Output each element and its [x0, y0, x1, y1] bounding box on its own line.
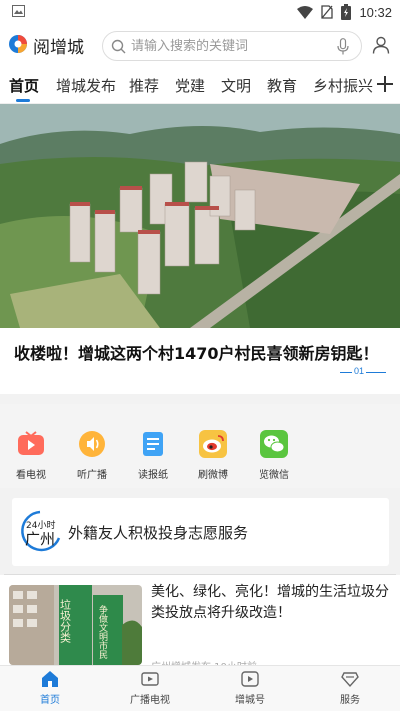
- article-title: 美化、绿化、亮化！增城的生活垃圾分类投放点将升级改造！: [151, 584, 389, 621]
- logo-city-text: 广州: [25, 530, 55, 548]
- tab-home[interactable]: 首页: [9, 75, 39, 96]
- search-box[interactable]: [102, 31, 362, 61]
- banner-caption[interactable]: 收楼啦！增城这两个村1470户村民喜领新房钥匙！ 01: [0, 328, 400, 394]
- nav-zengcheng-channel[interactable]: 增城号: [210, 670, 290, 710]
- special-topic-title: 外籍友人积极投身志愿服务: [68, 524, 249, 542]
- home-icon: [42, 671, 58, 687]
- search-input[interactable]: [131, 36, 331, 56]
- sign-left-text: 垃圾分类: [59, 598, 72, 644]
- microphone-icon[interactable]: [337, 38, 349, 55]
- entry-read-newspaper[interactable]: 读报纸: [123, 430, 183, 486]
- wifi-icon: [297, 5, 314, 19]
- search-icon: [111, 39, 126, 54]
- no-sim-icon: [321, 5, 334, 19]
- tab-rural-revitalization[interactable]: 乡村振兴: [313, 75, 373, 96]
- nav-service[interactable]: 服务: [310, 670, 390, 710]
- entry-watch-tv[interactable]: 看电视: [1, 430, 61, 486]
- tv-icon: [18, 431, 44, 455]
- banner-page-indicator: 01: [340, 366, 386, 380]
- banner-carousel[interactable]: [0, 104, 400, 328]
- tab-education[interactable]: 教育: [267, 75, 297, 96]
- news-list-item[interactable]: 垃圾分类 争做文明市民 美化、绿化、亮化！增城的生活垃圾分类投放点将升级改造！ …: [0, 575, 400, 673]
- channel-icon: [241, 671, 259, 687]
- image-notification-icon: [12, 5, 25, 17]
- sign-right-text: 争做文明市民: [97, 604, 108, 660]
- radio-icon: [79, 431, 105, 457]
- banner-aerial-photo: [0, 104, 400, 328]
- broadcast-icon: [141, 672, 159, 686]
- user-profile-icon[interactable]: [372, 36, 390, 54]
- active-tab-indicator: [16, 99, 30, 102]
- entry-browse-wechat[interactable]: 览微信: [244, 430, 304, 486]
- weibo-icon: [199, 430, 227, 458]
- add-channel-icon[interactable]: [375, 74, 395, 94]
- app-logo: [9, 35, 27, 53]
- battery-icon: [341, 4, 352, 20]
- entry-browse-weibo[interactable]: 刷微博: [183, 430, 243, 486]
- tab-recommend[interactable]: 推荐: [129, 75, 159, 96]
- status-time: 10:32: [359, 4, 392, 20]
- guangzhou-24h-logo: 24小时 广州: [21, 510, 61, 552]
- nav-home[interactable]: 首页: [10, 670, 90, 710]
- tab-civilization[interactable]: 文明: [221, 75, 251, 96]
- status-bar: 10:32: [0, 0, 400, 24]
- article-thumbnail: 垃圾分类 争做文明市民: [9, 585, 142, 665]
- bottom-navigation: 首页 广播电视 增城号 服务: [0, 665, 400, 711]
- tab-party-building[interactable]: 党建: [175, 75, 205, 96]
- entry-listen-radio[interactable]: 听广播: [62, 430, 122, 486]
- special-topic-card[interactable]: 24小时 广州 外籍友人积极投身志愿服务: [12, 498, 389, 566]
- tab-zengcheng-release[interactable]: 增城发布: [56, 75, 116, 96]
- nav-broadcast-tv[interactable]: 广播电视: [110, 670, 190, 710]
- channel-tabs: 首页 增城发布 推荐 党建 文明 教育 乡村振兴: [0, 68, 400, 104]
- wechat-icon: [260, 430, 288, 458]
- service-icon: [341, 672, 359, 688]
- newspaper-icon: [143, 432, 163, 456]
- app-header: 阅增城: [0, 24, 400, 68]
- banner-headline[interactable]: 收楼啦！增城这两个村1470户村民喜领新房钥匙！: [14, 340, 379, 364]
- app-name: 阅增城: [33, 38, 84, 58]
- quick-entries: 看电视 听广播 读报纸 刷微博 览微信: [0, 404, 400, 488]
